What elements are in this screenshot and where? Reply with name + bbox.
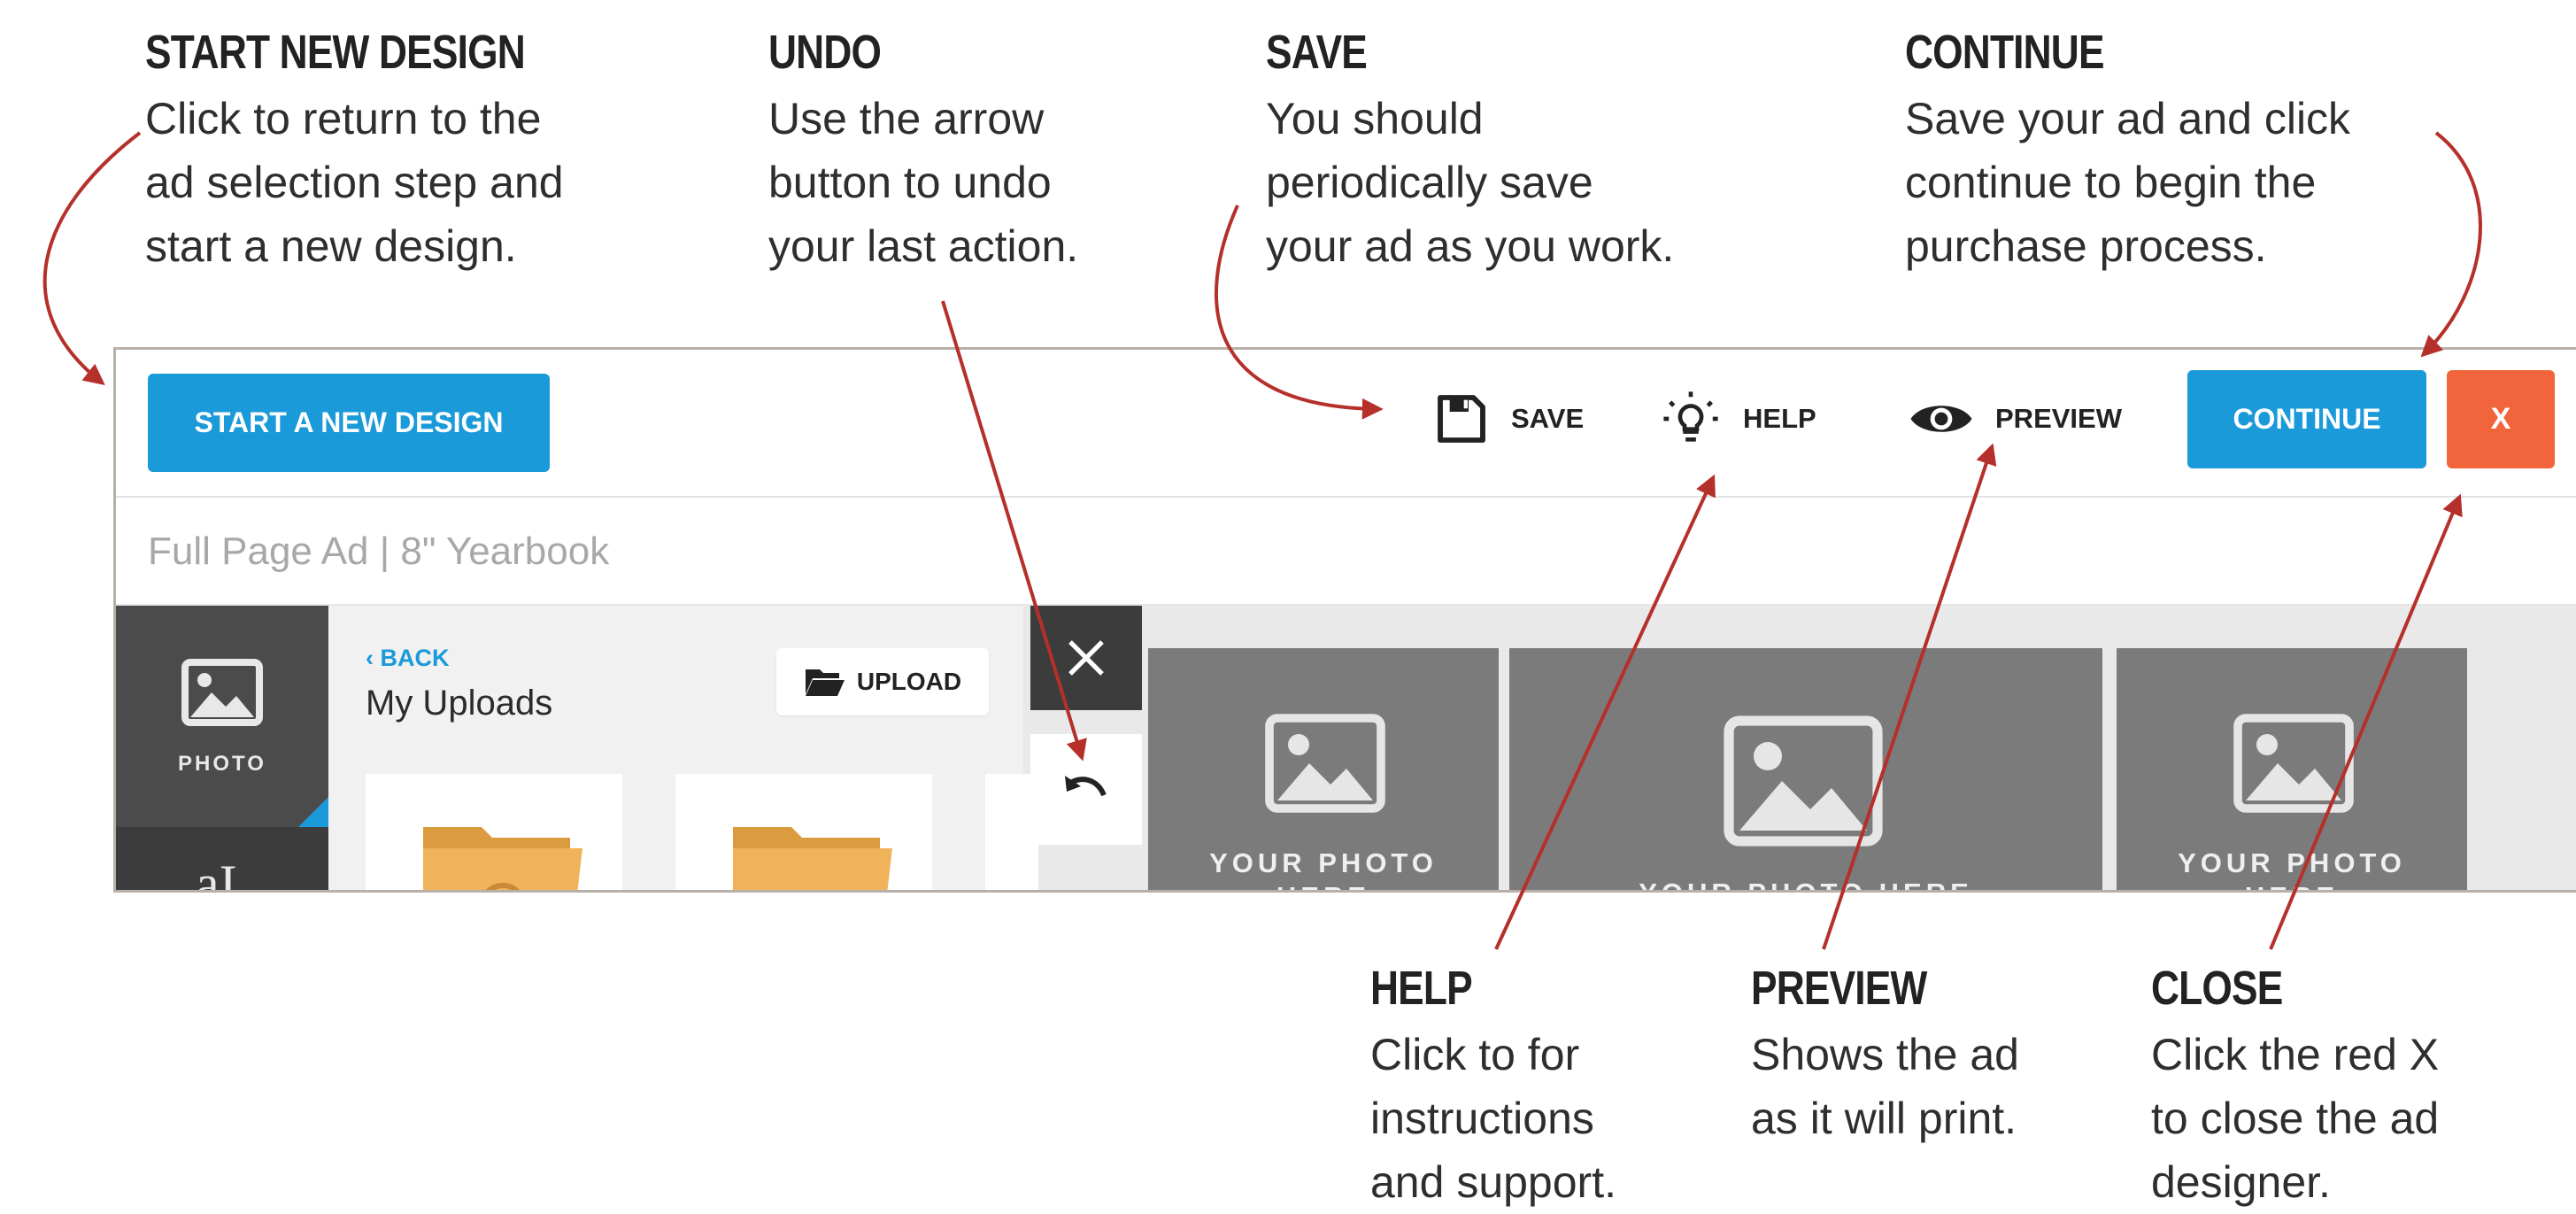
preview-button[interactable]: PREVIEW [1909,383,2122,454]
arrow-continue [2420,131,2482,358]
annotation-body: Use the arrow button to undo your last a… [768,87,1078,278]
folder-open-icon [805,669,845,696]
annotation-start-new-design: START NEW DESIGN Click to return to the … [145,25,608,278]
annotation-line: continue to begin the [1905,158,2317,207]
upload-button[interactable]: UPLOAD [776,648,989,715]
close-panel-button[interactable] [1030,606,1142,710]
help-button[interactable]: HELP [1660,383,1816,454]
annotation-body: Click the red X to close the ad designer… [2151,1023,2439,1214]
annotation-line: Shows the ad [1751,1030,2019,1079]
annotation-close: CLOSE Click the red X to close the ad de… [2151,961,2439,1214]
help-label: HELP [1743,403,1816,434]
annotation-line: Click to return to the [145,94,542,143]
annotation-title: CLOSE [2151,962,2283,1015]
annotation-title: CONTINUE [1905,26,2105,79]
undo-icon [1065,775,1107,796]
annotation-line: your last action. [768,221,1079,271]
back-link[interactable]: ‹ BACK [366,645,450,672]
photo-placeholder-label: YOUR PHOTO HERE [1148,847,1499,890]
annotation-line: You should [1266,94,1484,143]
eye-icon [1910,406,1972,432]
annotation-line: Click to for [1370,1030,1580,1079]
floppy-disk-icon [1438,395,1485,443]
save-label: SAVE [1511,403,1585,434]
annotation-line: button to undo [768,158,1052,207]
lightbulb-icon [1663,391,1718,442]
annotation-line: instructions [1370,1094,1594,1143]
annotation-body: Click to return to the ad selection step… [145,87,608,278]
annotation-line: designer. [2151,1157,2331,1207]
uploads-panel: ‹ BACK My Uploads UPLOAD [328,606,1038,890]
annotation-help: HELP Click to for instructions and suppo… [1370,961,1616,1214]
image-icon [1724,715,1883,847]
continue-button[interactable]: CONTINUE [2187,370,2426,468]
annotation-title: SAVE [1266,26,1368,79]
annotation-line: Save your ad and click [1905,94,2351,143]
upload-folder[interactable] [675,774,932,890]
annotation-title: HELP [1370,962,1473,1015]
rail-item-label: PHOTO [178,752,266,776]
chevron-left-icon: ‹ [366,645,381,671]
photo-placeholder[interactable]: YOUR PHOTO HERE [1509,648,2102,890]
folder-icon [423,827,582,890]
annotation-line: your ad as you work. [1266,221,1675,271]
photo-placeholder-label: YOUR PHOTO HERE [2117,847,2467,890]
annotation-save: SAVE You should periodically save your a… [1266,25,1674,278]
image-icon [181,659,263,726]
preview-label: PREVIEW [1995,403,2122,434]
annotation-undo: UNDO Use the arrow button to undo your l… [768,25,1078,278]
annotation-line: start a new design. [145,221,517,271]
close-button[interactable]: X [2447,370,2555,468]
annotation-line: Use the arrow [768,94,1045,143]
undo-button[interactable] [1030,734,1142,845]
annotation-body: Shows the ad as it will print. [1751,1023,2019,1150]
active-indicator [298,797,328,827]
tool-rail: PHOTO aI [116,606,328,890]
annotation-preview: PREVIEW Shows the ad as it will print. [1751,961,2019,1150]
document-subheader: Full Page Ad | 8" Yearbook [116,498,2576,606]
annotation-line: purchase process. [1905,221,2267,271]
image-icon [2233,714,2354,813]
photo-placeholder[interactable]: YOUR PHOTO HERE [2117,648,2467,890]
image-icon [1265,714,1385,813]
upload-label: UPLOAD [856,668,962,695]
annotation-body: Click to for instructions and support. [1370,1023,1616,1214]
ad-designer-window: START A NEW DESIGN SAVE HELP PREVIEW CON… [113,347,2576,893]
annotation-title: PREVIEW [1751,962,1927,1015]
upload-folder[interactable] [366,774,622,890]
toolbar: START A NEW DESIGN SAVE HELP PREVIEW CON… [116,350,2576,498]
slot-label-line: YOUR PHOTO [1209,847,1438,878]
annotation-line: ad selection step and [145,158,564,207]
rail-item-photo[interactable]: PHOTO [116,606,328,827]
slot-label-line: YOUR PHOTO [2178,847,2406,878]
slot-label-line: YOUR PHOTO HERE [1509,877,2102,890]
back-label: BACK [380,645,450,671]
photo-placeholder[interactable]: YOUR PHOTO HERE [1148,648,1499,890]
text-tool-icon[interactable]: aI [196,854,237,890]
arrow-start-new-design [42,131,142,385]
annotation-line: to close the ad [2151,1094,2440,1143]
close-icon [1068,640,1104,676]
slot-label-line: HERE [2117,880,2467,890]
design-workspace: PHOTO aI ‹ BACK My Uploads UPLOAD YOUR P… [116,606,2576,890]
annotation-line: and support. [1370,1157,1616,1207]
annotation-line: Click the red X [2151,1030,2440,1079]
save-button[interactable]: SAVE [1433,383,1584,454]
annotation-title: START NEW DESIGN [145,26,526,79]
slot-label-line: HERE [1148,880,1499,890]
start-new-design-button[interactable]: START A NEW DESIGN [148,374,550,472]
annotation-title: UNDO [768,26,882,79]
document-label: Full Page Ad | 8" Yearbook [148,530,610,573]
annotation-continue: CONTINUE Save your ad and click continue… [1905,25,2350,278]
photo-placeholder-label: YOUR PHOTO HERE [1509,877,2102,890]
annotation-line: as it will print. [1751,1094,2017,1143]
annotation-body: You should periodically save your ad as … [1266,87,1674,278]
folder-icon [733,827,892,890]
annotation-line: periodically save [1266,158,1593,207]
annotation-body: Save your ad and click continue to begin… [1905,87,2350,278]
panel-title: My Uploads [366,684,553,723]
